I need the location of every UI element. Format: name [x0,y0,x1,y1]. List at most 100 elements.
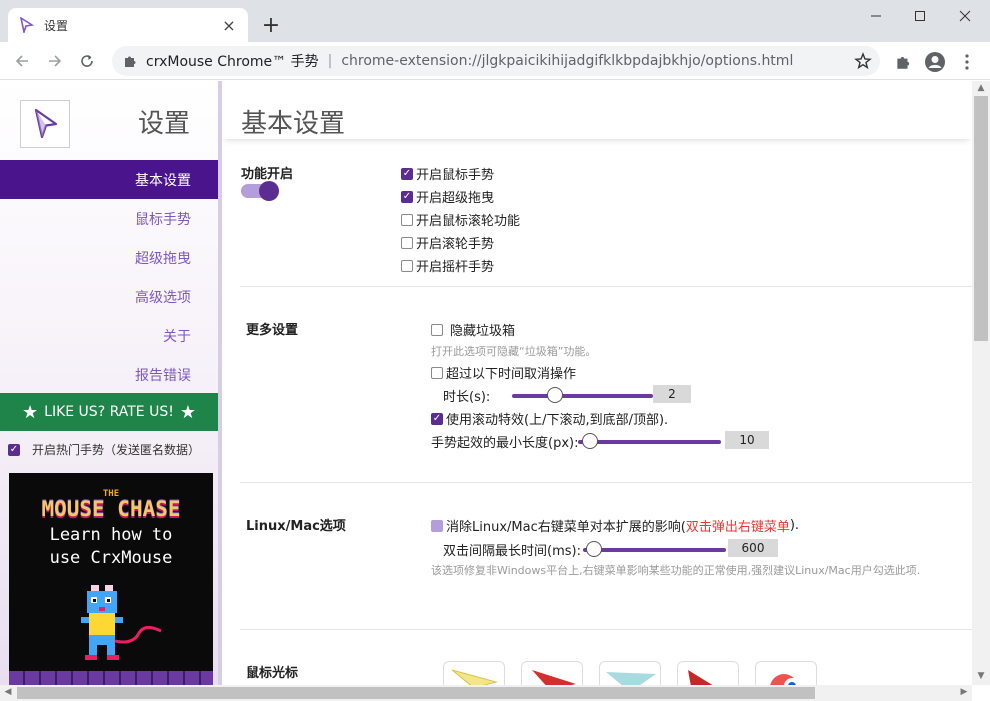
dblclick-slider-thumb[interactable] [586,540,603,557]
option-wheel-gestures[interactable]: 开启滚轮手势 [401,233,494,252]
vertical-scroll-thumb[interactable] [974,96,988,341]
option-label: 开启鼠标手势 [416,168,495,183]
hide-trash-hint: 打开此选项可隐藏“垃圾箱”功能。 [431,345,597,358]
promo-floor [9,671,213,685]
profile-avatar[interactable] [924,51,946,73]
duration-slider[interactable] [512,386,654,403]
sidebar-nav: 基本设置 鼠标手势 超级拖曳 高级选项 关于 报告错误 [0,160,218,394]
toggle-knob [259,181,279,201]
hot-gestures-option[interactable]: 开启热门手势（发送匿名数据） [8,441,200,458]
promo-line-2: use CrxMouse [49,548,173,568]
dblclick-slider[interactable] [582,540,726,557]
option-label: 开启摇杆手势 [416,260,495,275]
forward-arrow-icon [49,55,62,67]
extensions-button[interactable] [892,51,914,73]
option-joystick-gestures[interactable]: 开启摇杆手势 [401,256,494,275]
sidebar-item-basic[interactable]: 基本设置 [0,160,218,199]
cursor-option-yellow[interactable] [443,661,505,685]
horizontal-scrollbar[interactable]: ◀ ▶ [0,685,972,701]
option-hide-trash[interactable]: 隐藏垃圾箱 [431,320,515,339]
mouse-gestures-checkbox[interactable] [401,167,413,180]
back-arrow-icon [15,55,28,67]
back-button[interactable] [9,49,35,73]
min-length-label: 手势起效的最小长度(px): [431,436,579,451]
section-more-label: 更多设置 [246,323,299,338]
min-length-slider[interactable] [578,432,722,449]
rate-us-button[interactable]: ★ LIKE US? RATE US! ★ [0,393,218,431]
option-linux-menu[interactable]: 消除Linux/Mac右键菜单对本扩展的影响(双击弹出右键菜单). [431,516,799,535]
min-length-slider-thumb[interactable] [581,432,598,449]
tab-strip: 设置 × + [0,0,990,42]
tab-close-icon[interactable]: × [220,16,238,35]
dblclick-value[interactable]: 600 [728,539,778,557]
option-mouse-gestures[interactable]: 开启鼠标手势 [401,164,494,183]
sidebar-item-advanced[interactable]: 高级选项 [0,277,218,316]
tab-settings[interactable]: 设置 × [8,8,248,42]
features-toggle[interactable] [241,181,279,201]
cancel-timeout-checkbox[interactable] [431,366,443,379]
option-cancel-timeout[interactable]: 超过以下时间取消操作 [431,363,576,382]
promo-title: MOUSE CHASE [41,497,181,521]
multicolor-cursor-icon [770,674,800,685]
bookmark-star-icon[interactable] [854,52,872,70]
mouse-chase-promo[interactable]: THE MOUSE CHASE Learn how to use CrxMous… [9,473,213,685]
horizontal-scroll-thumb[interactable] [17,687,815,699]
reload-button[interactable] [74,49,100,73]
minimize-button[interactable] [853,0,899,32]
cursor-option-multicolor[interactable] [755,661,817,685]
section-divider [240,482,972,483]
scroll-left-arrow-icon[interactable]: ◀ [2,687,14,699]
duration-row: 时长(s): [443,386,654,405]
linux-menu-checkbox[interactable] [431,519,443,532]
tab-title: 设置 [44,18,69,33]
dblclick-menu-link[interactable]: 双击弹出右键菜单 [686,516,790,535]
option-label: 开启滚轮手势 [416,237,495,252]
address-bar[interactable]: crxMouse Chrome™ 手势 | chrome-extension:/… [112,46,880,76]
yellow-cursor-icon [451,669,498,685]
option-smooth-scroll[interactable]: 使用滚动特效(上/下滚动,到底部/顶部). [431,409,668,428]
section-features-label: 功能开启 [241,167,294,182]
sidebar-item-super-drag[interactable]: 超级拖曳 [0,238,218,277]
puzzle-icon [122,53,138,69]
scroll-up-arrow-icon[interactable]: ▲ [976,83,986,93]
duration-value[interactable]: 2 [653,385,691,403]
sidebar-item-report-bug[interactable]: 报告错误 [0,355,218,394]
super-drag-checkbox[interactable] [401,190,413,203]
min-length-value[interactable]: 10 [725,431,769,449]
option-label: 开启鼠标滚轮功能 [416,214,521,229]
option-super-drag[interactable]: 开启超级拖曳 [401,187,494,206]
cursor-option-teal[interactable] [599,661,661,685]
min-length-row: 手势起效的最小长度(px): [431,432,722,451]
page-title: 基本设置 [241,109,346,139]
scroll-down-arrow-icon[interactable]: ▼ [976,671,986,681]
hide-trash-checkbox[interactable] [431,323,443,336]
hot-gestures-checkbox[interactable] [8,443,20,456]
section-divider [240,286,972,287]
new-tab-button[interactable]: + [258,12,284,38]
wheel-function-checkbox[interactable] [401,213,413,226]
forward-button[interactable] [42,49,68,73]
sidebar-item-mouse-gestures[interactable]: 鼠标手势 [0,199,218,238]
cursor-option-dark-red[interactable] [677,661,739,685]
promo-line-1: Learn how to [49,525,173,545]
option-label-end: ). [789,518,800,533]
duration-slider-thumb[interactable] [546,386,563,403]
main-content: 基本设置 功能开启 开启鼠标手势 开启超级拖曳 开启鼠标滚轮功能 开启滚轮手势 … [222,81,972,685]
scroll-right-arrow-icon[interactable]: ▶ [958,687,970,699]
dblclick-label: 双击间隔最长时间(ms): [443,544,581,559]
wheel-gestures-checkbox[interactable] [401,236,413,249]
menu-button[interactable] [956,51,978,73]
close-window-button[interactable] [942,0,988,32]
cursor-option-red[interactable] [521,661,583,685]
page-header: 基本设置 [222,81,972,139]
duration-label: 时长(s): [443,390,491,405]
browser-toolbar: crxMouse Chrome™ 手势 | chrome-extension:/… [0,42,990,80]
sidebar-item-about[interactable]: 关于 [0,316,218,355]
joystick-gestures-checkbox[interactable] [401,259,413,272]
rate-us-label: LIKE US? RATE US! [44,404,174,420]
kebab-menu-icon [965,54,969,70]
smooth-scroll-checkbox[interactable] [431,412,443,425]
vertical-scrollbar[interactable]: ▲ ▼ [972,81,990,685]
option-wheel-function[interactable]: 开启鼠标滚轮功能 [401,210,520,229]
maximize-button[interactable] [897,0,943,32]
